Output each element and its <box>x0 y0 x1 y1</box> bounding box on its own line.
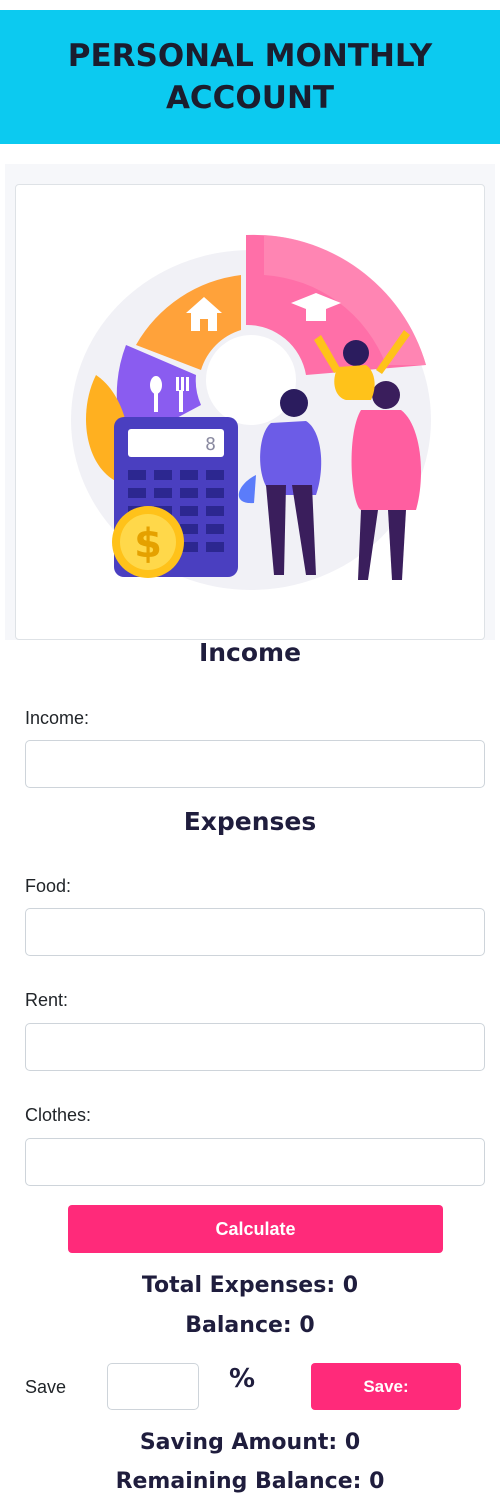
calculate-button[interactable]: Calculate <box>68 1205 443 1253</box>
clothes-input[interactable] <box>25 1138 485 1186</box>
food-input[interactable] <box>25 908 485 956</box>
total-expenses-value: 0 <box>342 1273 359 1298</box>
coin-icon: $ <box>112 506 184 578</box>
saving-amount-value: 0 <box>344 1430 361 1455</box>
saving-amount-text: Saving Amount: 0 <box>0 1430 500 1455</box>
clothes-label: Clothes: <box>25 1105 92 1125</box>
balance-text: Balance: 0 <box>0 1313 500 1338</box>
rent-input[interactable] <box>25 1023 485 1071</box>
rent-label: Rent: <box>25 990 69 1010</box>
percent-symbol: % <box>229 1364 256 1394</box>
saving-amount-label: Saving Amount: <box>139 1430 338 1455</box>
remaining-balance-text: Remaining Balance: 0 <box>0 1469 500 1494</box>
income-section-title: Income <box>198 638 302 667</box>
save-percent-input[interactable] <box>107 1363 199 1410</box>
svg-text:$: $ <box>134 521 162 567</box>
total-expenses-text: Total Expenses: 0 <box>0 1273 500 1298</box>
income-input[interactable] <box>25 740 485 788</box>
svg-text:8: 8 <box>205 434 216 455</box>
remaining-balance-value: 0 <box>369 1469 385 1494</box>
hero-image: 8 $ <box>15 184 485 640</box>
food-label: Food: <box>25 876 72 896</box>
budget-illustration: 8 $ <box>71 234 431 590</box>
save-label: Save <box>25 1377 67 1397</box>
save-button[interactable]: Save: <box>311 1363 461 1410</box>
balance-label: Balance: <box>185 1313 292 1338</box>
page-header: PERSONAL MONTHLY ACCOUNT <box>0 10 500 144</box>
remaining-balance-label: Remaining Balance: <box>115 1469 362 1494</box>
total-expenses-label: Total Expenses: <box>141 1273 336 1298</box>
income-label: Income: <box>25 708 90 728</box>
balance-value: 0 <box>299 1313 315 1338</box>
expenses-section-title: Expenses <box>183 807 317 836</box>
page-title: PERSONAL MONTHLY ACCOUNT <box>67 38 433 116</box>
